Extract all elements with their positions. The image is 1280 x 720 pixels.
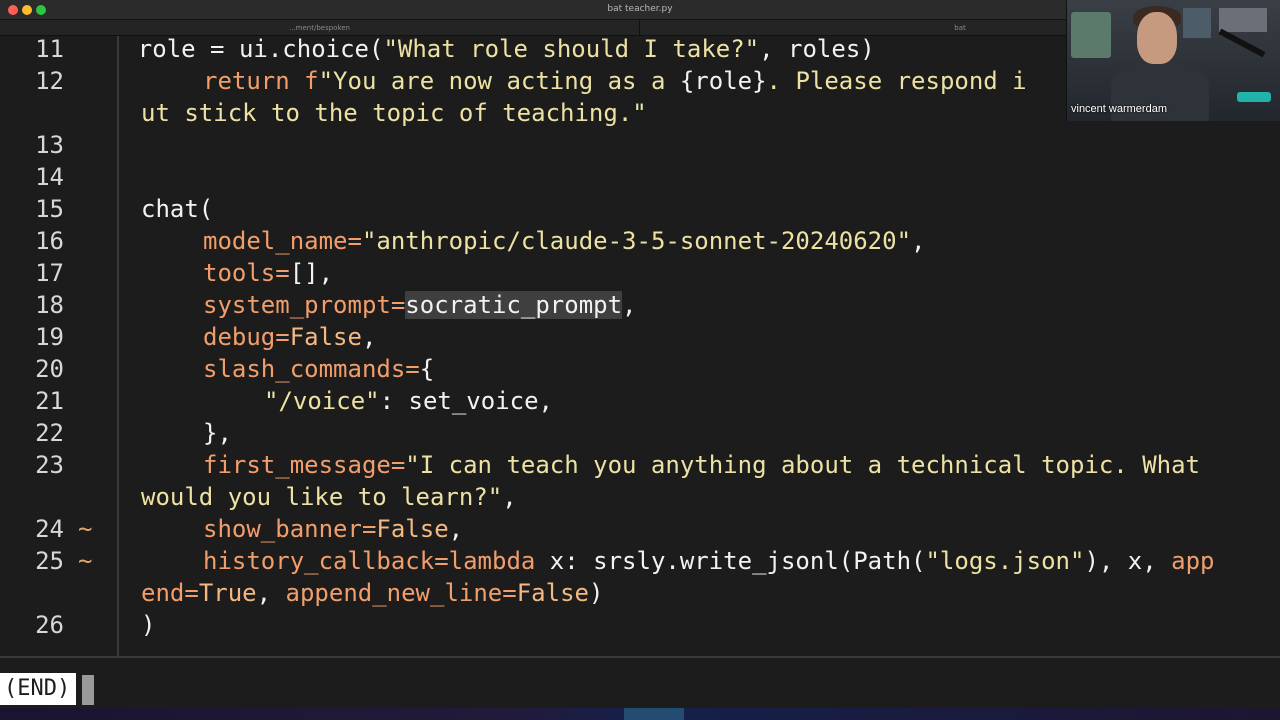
code-line-wrap: end=True, append_new_line=False)	[141, 579, 604, 607]
code-text: : set_voice,	[379, 387, 553, 415]
kwarg-name: tools	[203, 259, 276, 287]
fstring-field: {role}	[679, 67, 767, 95]
string-literal: would you like to learn?"	[141, 483, 503, 511]
line-number: 21	[35, 387, 64, 415]
code-line: 22 },	[0, 417, 1280, 449]
code-viewer[interactable]: 11 role = ui.choice("What role should I …	[0, 35, 1280, 656]
string-literal: "/voice"	[264, 387, 380, 415]
kwarg-name: show_banner	[203, 515, 362, 543]
line-number: 14	[35, 163, 64, 191]
code-line: 17 tools=[],	[0, 257, 1280, 289]
constant: True	[198, 579, 257, 607]
kwarg-name: append_new_line	[285, 579, 503, 607]
keyword: return	[203, 67, 305, 95]
constant: False	[289, 323, 362, 351]
line-number: 15	[35, 195, 64, 223]
keyword: lambda	[448, 547, 536, 575]
line-number: 11	[35, 35, 64, 63]
string-literal: ut stick to the topic of teaching."	[141, 99, 647, 127]
constant: False	[376, 515, 449, 543]
git-modified-marker: ~	[78, 547, 93, 575]
code-line: 21 "/voice": set_voice,	[0, 385, 1280, 417]
pager-separator	[0, 656, 1280, 658]
code-line: 16 model_name="anthropic/claude-3-5-sonn…	[0, 225, 1280, 257]
kwarg-name: slash_commands	[203, 355, 406, 383]
string-literal: "logs.json"	[925, 547, 1085, 575]
line-number: 18	[35, 291, 64, 319]
string-literal: . Please respond i	[766, 67, 1027, 95]
kwarg-name: first_message	[203, 451, 391, 479]
code-line: 18 system_prompt=socratic_prompt,	[0, 289, 1280, 321]
line-number: 22	[35, 419, 64, 447]
code-line: 25 ~ history_callback=lambda x: srsly.wr…	[0, 545, 1280, 577]
code-text: chat(	[141, 195, 214, 223]
webcam-caption: vincent warmerdam	[1071, 103, 1167, 115]
pager-status: (END)	[0, 673, 77, 705]
code-text: ), x,	[1084, 547, 1172, 575]
git-modified-marker: ~	[78, 515, 93, 543]
code-line: 26 )	[0, 609, 1280, 641]
selected-text[interactable]: socratic_prompt	[405, 291, 623, 319]
line-number: 25	[35, 547, 64, 575]
string-literal: "You are now acting as a	[318, 67, 680, 95]
kwarg-name: app	[1171, 547, 1215, 575]
fstring-prefix: f	[304, 67, 319, 95]
line-number: 20	[35, 355, 64, 383]
code-line: 13	[0, 129, 1280, 161]
code-text: },	[203, 419, 232, 447]
code-line: 19 debug=False,	[0, 321, 1280, 353]
line-number: 24	[35, 515, 64, 543]
webcam-overlay: vincent warmerdam	[1066, 0, 1280, 121]
code-line: 14	[0, 161, 1280, 193]
code-text: ,	[256, 579, 286, 607]
string-literal: "What role should I take?"	[383, 35, 760, 63]
line-number: 17	[35, 259, 64, 287]
kwarg-name: system_prompt	[203, 291, 391, 319]
code-text: [],	[289, 259, 334, 287]
kwarg-name: model_name	[203, 227, 348, 255]
kwarg-name: end	[141, 579, 185, 607]
line-number: 23	[35, 451, 64, 479]
desktop-glow	[624, 708, 684, 720]
string-literal: "I can teach you anything about a techni…	[405, 451, 1201, 479]
line-number: 19	[35, 323, 64, 351]
line-number: 26	[35, 611, 64, 639]
code-text: x: srsly.write_jsonl(Path(	[535, 547, 926, 575]
code-line-wrap: would you like to learn?",	[141, 483, 517, 511]
code-text: {	[419, 355, 435, 383]
string-literal: "anthropic/claude-3-5-sonnet-20240620"	[361, 227, 912, 255]
kwarg-name: history_callback	[203, 547, 435, 575]
line-number: 13	[35, 131, 64, 159]
presenter-avatar	[1137, 12, 1177, 64]
code-line: 20 slash_commands={	[0, 353, 1280, 385]
code-text: )	[588, 579, 604, 607]
code-line: 23 first_message="I can teach you anythi…	[0, 449, 1280, 481]
constant: False	[516, 579, 589, 607]
code-text: role = ui.choice(	[80, 35, 384, 63]
line-number: 12	[35, 67, 64, 95]
code-line: 15 chat(	[0, 193, 1280, 225]
line-number: 16	[35, 227, 64, 255]
terminal-cursor	[82, 675, 94, 705]
code-line: 24 ~ show_banner=False,	[0, 513, 1280, 545]
code-text: , roles)	[759, 35, 875, 63]
kwarg-name: debug	[203, 323, 276, 351]
code-text: )	[141, 611, 156, 639]
